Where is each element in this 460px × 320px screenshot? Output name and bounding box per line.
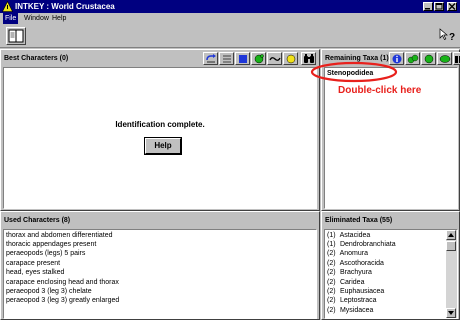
diagnostic-button[interactable] — [283, 52, 298, 65]
menu-window[interactable]: Window — [22, 13, 51, 24]
menu-file[interactable]: File — [3, 13, 19, 24]
list-item[interactable]: carapace present — [6, 259, 60, 268]
taxon-count: (2) — [327, 260, 336, 267]
list-item[interactable]: peraeopod 3 (leg 3) greatly enlarged — [6, 296, 119, 305]
taxon-name: Euphausiacea — [339, 288, 385, 295]
used-characters-title: Used Characters (8) — [4, 217, 71, 224]
list-item[interactable]: (2) Euphausiacea — [327, 287, 384, 296]
list-item[interactable]: (2) Leptostraca — [327, 296, 377, 305]
taxon-count: (2) — [327, 307, 336, 314]
list-item[interactable]: (2) Anomura — [327, 249, 368, 258]
eliminated-taxa-title: Eliminated Taxa (55) — [325, 217, 393, 224]
list-item[interactable]: thorax and abdomen differentiated — [6, 231, 113, 240]
list-item[interactable]: peraeopods (legs) 5 pairs — [6, 249, 85, 258]
taxon-name: Ascothoracida — [339, 260, 384, 267]
list-item[interactable]: head, eyes stalked — [6, 268, 64, 277]
vertical-scrollbar[interactable] — [446, 230, 457, 318]
menu-help[interactable]: Help — [50, 13, 68, 24]
best-characters-pane: Best Characters (0) — [0, 49, 320, 211]
scroll-down-button[interactable] — [446, 308, 456, 318]
differences-button[interactable] — [405, 52, 420, 65]
help-button[interactable]: Help — [145, 138, 181, 154]
highlight-ellipse — [310, 61, 398, 83]
green-oval-button[interactable] — [437, 52, 452, 65]
app-icon[interactable] — [2, 0, 13, 12]
taxon-count: (2) — [327, 250, 336, 257]
taxon-count: (2) — [327, 279, 336, 286]
taxon-name: Astacidea — [339, 232, 371, 239]
list-button[interactable] — [219, 52, 234, 65]
list-item[interactable]: (1) Dendrobranchiata — [327, 240, 396, 249]
list-item[interactable]: thoracic appendages present — [6, 240, 96, 249]
taxon-name: Brachyura — [339, 269, 372, 276]
list-item[interactable]: (2) Caridea — [327, 278, 364, 287]
taxon-name: Caridea — [339, 279, 365, 286]
close-button[interactable] — [447, 2, 457, 11]
eliminated-taxa-pane: Eliminated Taxa (55) (1) Astacidea (1) D… — [321, 211, 460, 320]
taxa-button[interactable] — [251, 52, 266, 65]
taxon-name: Dendrobranchiata — [339, 241, 396, 248]
taxon-count: (1) — [327, 232, 336, 239]
used-characters-list[interactable]: thorax and abdomen differentiated thorac… — [3, 229, 317, 319]
minimize-button[interactable] — [423, 2, 433, 11]
taxon-name: Mysidacea — [339, 307, 374, 314]
window-title: INTKEY : World Crustacea — [15, 2, 115, 11]
scroll-up-button[interactable] — [446, 230, 456, 240]
scroll-thumb[interactable] — [446, 241, 456, 251]
svg-text:?: ? — [449, 32, 455, 43]
maximize-button[interactable] — [434, 2, 444, 11]
taxa-select-button[interactable] — [421, 52, 436, 65]
list-item[interactable]: (2) Brachyura — [327, 268, 372, 277]
taxon-name: Leptostraca — [339, 297, 377, 304]
similar-button[interactable] — [267, 52, 282, 65]
find-taxa-button[interactable] — [453, 52, 460, 65]
double-click-annotation: Double-click here — [338, 85, 422, 96]
taxon-count: (2) — [327, 297, 336, 304]
notebook-button[interactable] — [6, 27, 26, 45]
list-item[interactable]: peraeopod 3 (leg 3) chelate — [6, 287, 92, 296]
title-bar: INTKEY : World Crustacea — [0, 0, 460, 13]
list-item[interactable]: (1) Astacidea — [327, 231, 370, 240]
menu-bar: File Window Help — [0, 13, 460, 24]
context-help-button[interactable]: ? — [438, 27, 458, 45]
best-characters-title: Best Characters (0) — [4, 55, 69, 62]
taxon-count: (2) — [327, 288, 336, 295]
taxon-count: (1) — [327, 241, 336, 248]
taxon-name: Anomura — [339, 250, 368, 257]
select-button[interactable] — [235, 52, 250, 65]
list-item[interactable]: (2) Mysidacea — [327, 306, 373, 315]
eliminated-taxa-list[interactable]: (1) Astacidea (1) Dendrobranchiata (2) A… — [324, 229, 458, 319]
restart-button[interactable] — [203, 52, 218, 65]
taxon-count: (2) — [327, 269, 336, 276]
identification-message: Identification complete. — [115, 120, 205, 129]
list-item[interactable]: carapace enclosing head and thorax — [6, 278, 119, 287]
used-characters-pane: Used Characters (8) thorax and abdomen d… — [0, 211, 320, 320]
main-toolbar: ? — [0, 24, 460, 48]
list-item[interactable]: (2) Ascothoracida — [327, 259, 384, 268]
